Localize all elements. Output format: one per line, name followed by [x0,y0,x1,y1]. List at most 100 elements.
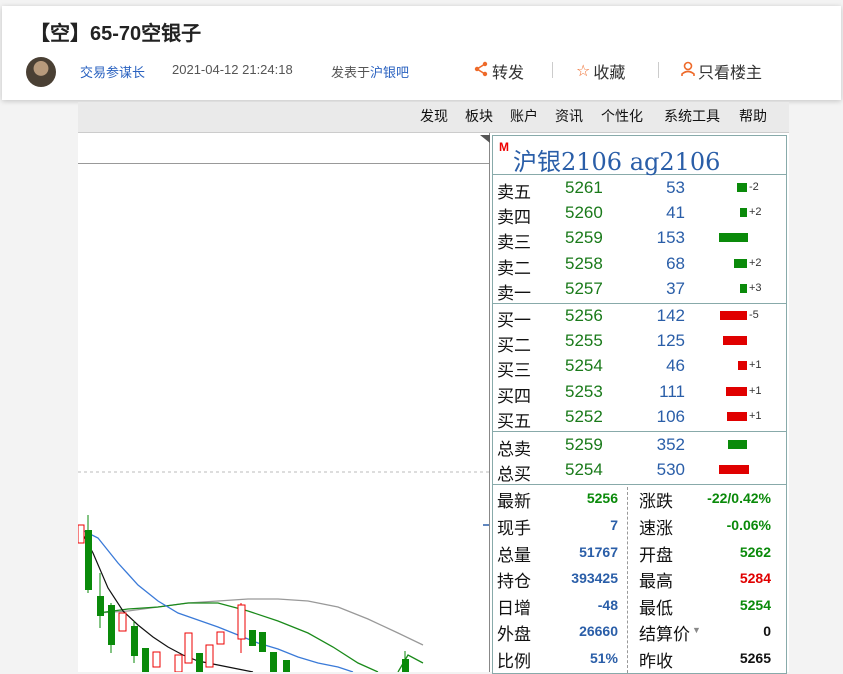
ask-row[interactable]: 卖三 5259 153 [493,226,786,253]
share-button[interactable]: 转发 [473,59,524,83]
post-source: 发表于沪银吧 [331,62,409,81]
bid-label: 买二 [497,336,531,356]
ask-label: 卖三 [497,233,531,253]
candle-down [142,648,149,672]
avatar[interactable] [26,57,56,87]
trading-terminal-screenshot: 发现 板块 账户 资讯 个性化 系统工具 帮助 M 沪银2106 ag2106 … [78,102,789,674]
ask-row[interactable]: 卖四 5260 41 +2 [493,201,786,227]
stat-value: 393425 [571,570,618,587]
bid-volume-bar [723,336,747,346]
bid-change: +1 [749,359,762,372]
total-row[interactable]: 总买 5254 530 [493,458,786,485]
candle-up [78,524,85,544]
bid-row[interactable]: 买三 5254 46 +1 [493,354,786,381]
menu-tools[interactable]: 系统工具 [664,106,720,126]
ma-line-blue [78,527,354,672]
candles [78,515,409,672]
bid-volume: 142 [656,306,685,325]
ask-volume-bar [719,233,748,243]
stat-label: 涨跌 [639,492,673,512]
ask-price: 5257 [565,278,603,298]
post-time: 2021-04-12 21:24:18 [172,62,293,77]
menu-discover[interactable]: 发现 [420,106,448,126]
bid-volume: 46 [666,356,685,376]
menu-account[interactable]: 账户 [510,106,538,126]
only-op-button[interactable]: 只看楼主 [681,59,762,83]
candle-down [402,659,409,672]
total-label: 总买 [497,465,531,485]
stat-label: 持仓 [497,572,531,592]
author-link[interactable]: 交易参谋长 [80,62,145,81]
quote-panel: M 沪银2106 ag2106 卖五 5261 53 -2 卖四 5260 41 +2 卖三 52… [492,135,787,674]
stat-value: 7 [610,517,618,533]
bid-volume: 106 [656,406,685,426]
bid-label: 买一 [497,311,531,330]
candle-down [283,660,290,672]
divider [552,62,553,78]
bid-label: 买五 [497,411,531,431]
collapse-triangle-icon[interactable] [480,135,490,143]
candle-up [174,654,183,672]
ask-change: +2 [749,206,762,219]
ask-price: 5259 [565,228,603,248]
dropdown-triangle-icon[interactable]: ▼ [692,625,701,635]
ask-label: 卖五 [497,183,531,202]
only-op-label: 只看楼主 [698,65,763,82]
forum-link[interactable]: 沪银吧 [370,65,409,80]
menu-sectors[interactable]: 板块 [465,106,493,126]
candle-up [216,631,225,645]
ask-row[interactable]: 卖五 5261 53 -2 [493,176,786,202]
bid-label: 买三 [497,361,531,381]
candle-up [152,651,161,668]
bid-volume: 125 [656,331,685,351]
total-volume-bar [719,465,749,475]
stat-label: 开盘 [639,545,673,565]
bid-change: +1 [749,409,762,422]
ask-volume-bar [740,283,747,293]
collect-button[interactable]: ☆ 收藏 [576,59,625,83]
ask-row[interactable]: 卖一 5257 37 +3 [493,277,786,303]
bid-volume-bar [738,361,747,371]
candlestick-plot [78,471,489,672]
menu-news[interactable]: 资讯 [555,106,583,126]
candle-up [205,644,214,668]
stat-label: 日增 [497,598,531,618]
candle-up [118,612,127,632]
candle-down [249,630,256,646]
ask-volume: 41 [666,203,685,223]
stat-label: 最新 [497,492,531,512]
ask-volume-bar [734,258,747,268]
bid-row[interactable]: 买二 5255 125 [493,329,786,356]
bid-row[interactable]: 买五 5252 106 +1 [493,405,786,431]
divider [658,62,659,78]
ask-change: +3 [749,281,762,294]
main-contract-badge: M [499,140,509,154]
source-prefix: 发表于 [331,65,371,80]
stat-label: 现手 [497,519,531,538]
total-volume: 530 [656,460,685,480]
ask-row[interactable]: 卖二 5258 68 +2 [493,252,786,278]
bid-volume-bar [720,311,747,320]
total-row[interactable]: 总卖 5259 352 [493,433,786,459]
ask-volume: 68 [666,253,685,273]
bid-volume: 111 [659,381,685,401]
candle-down [108,605,115,645]
bid-row[interactable]: 买四 5253 111 +1 [493,380,786,406]
ma-line-green-right [397,654,424,672]
stat-value: 51767 [579,543,618,560]
total-volume-bar [728,440,747,449]
ask-price: 5261 [565,178,603,197]
total-price: 5254 [565,460,603,480]
stat-label: 昨收 [639,652,673,671]
menu-help[interactable]: 帮助 [739,106,767,126]
bid-row[interactable]: 买一 5256 142 -5 [493,304,786,330]
kline-chart[interactable] [78,133,490,672]
candle-down [270,652,277,672]
bid-change: +1 [749,384,762,397]
menu-personalize[interactable]: 个性化 [601,106,643,126]
book-divider [493,484,786,486]
candle-down [196,653,203,672]
stat-label: 比例 [497,652,531,671]
stat-label: 速涨 [639,519,673,538]
bid-volume-bar [726,386,747,396]
